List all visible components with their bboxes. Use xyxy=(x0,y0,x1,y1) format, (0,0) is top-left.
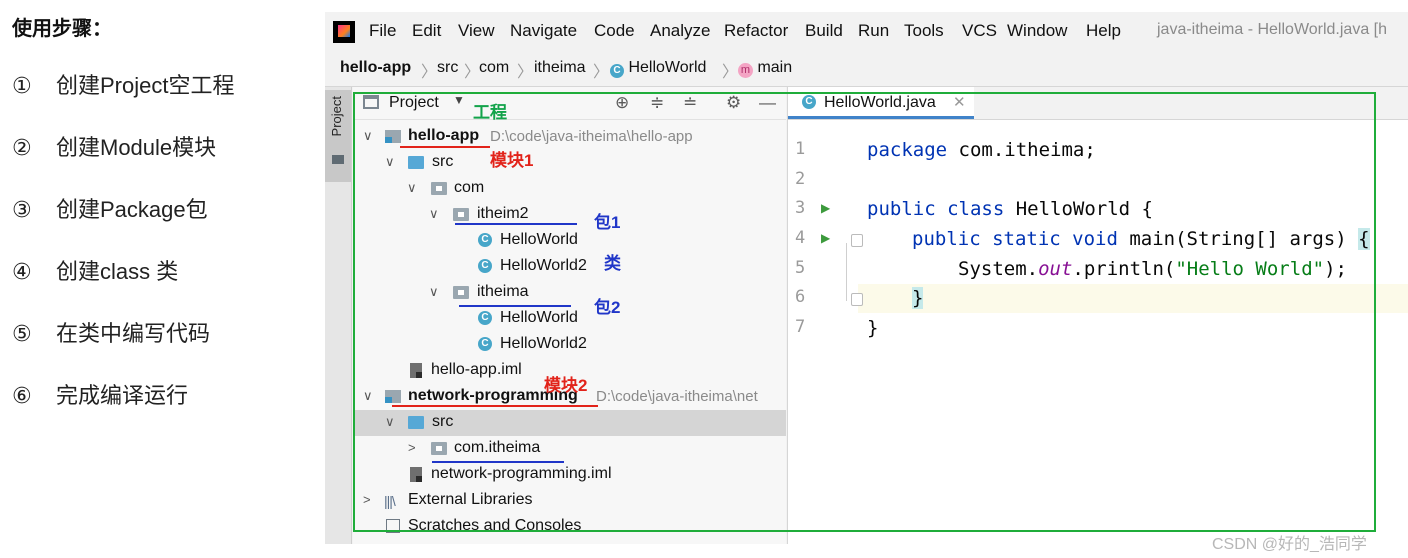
menu-code[interactable]: Code xyxy=(594,21,635,41)
breadcrumb-method[interactable]: m main xyxy=(738,59,792,78)
step-6: ⑥ 完成编译运行 xyxy=(12,378,188,410)
annotation-project: 工程 xyxy=(473,103,507,122)
annotation-module2: 模块2 xyxy=(544,376,588,395)
underline-package1 xyxy=(455,223,577,225)
step-number: ④ xyxy=(12,259,32,284)
annotation-class: 类 xyxy=(604,254,621,273)
steps-title: 使用步骤： xyxy=(12,18,112,40)
menu-vcs[interactable]: VCS xyxy=(962,21,997,41)
breadcrumb-class[interactable]: C HelloWorld xyxy=(610,59,706,78)
chevron-right-icon: 〉 xyxy=(593,64,610,81)
breadcrumb-package[interactable]: itheima xyxy=(534,59,586,77)
breadcrumb-com[interactable]: com xyxy=(479,59,509,77)
intellij-logo-icon xyxy=(333,21,355,43)
menu-analyze[interactable]: Analyze xyxy=(650,21,710,41)
breadcrumb-class-label: HelloWorld xyxy=(628,59,707,76)
project-tool-tab-label: Project xyxy=(329,96,344,137)
menu-build[interactable]: Build xyxy=(805,21,843,41)
step-number: ② xyxy=(12,135,32,160)
menu-window[interactable]: Window xyxy=(1007,21,1067,41)
chevron-right-icon: 〉 xyxy=(464,64,481,81)
step-2: ② 创建Module模块 xyxy=(12,130,216,162)
menu-bar: File Edit View Navigate Code Analyze Ref… xyxy=(325,12,1408,48)
step-number: ③ xyxy=(12,197,32,222)
breadcrumb-method-label: main xyxy=(757,59,793,76)
menu-tools[interactable]: Tools xyxy=(904,21,944,41)
step-number: ⑥ xyxy=(12,383,32,408)
chevron-right-icon: 〉 xyxy=(517,64,534,81)
step-text: 完成编译运行 xyxy=(56,383,189,408)
folder-icon[interactable] xyxy=(332,155,344,164)
breadcrumb-project[interactable]: hello-app xyxy=(340,59,411,77)
underline-package3 xyxy=(432,461,564,463)
annotation-package2: 包2 xyxy=(594,298,621,317)
step-4: ④ 创建class 类 xyxy=(12,254,178,286)
step-text: 在类中编写代码 xyxy=(56,321,211,346)
underline-module1 xyxy=(400,146,490,148)
chevron-right-icon: 〉 xyxy=(722,64,739,81)
step-text: 创建Module模块 xyxy=(56,135,217,160)
menu-file[interactable]: File xyxy=(369,21,396,41)
annotation-package1: 包1 xyxy=(594,213,621,232)
method-icon: m xyxy=(738,63,753,78)
step-1: ① 创建Project空工程 xyxy=(12,68,234,100)
step-number: ① xyxy=(12,73,32,98)
menu-refactor[interactable]: Refactor xyxy=(724,21,788,41)
underline-module2 xyxy=(392,405,598,407)
menu-edit[interactable]: Edit xyxy=(412,21,441,41)
underline-package2 xyxy=(459,305,571,307)
menu-help[interactable]: Help xyxy=(1086,21,1121,41)
annotation-module1: 模块1 xyxy=(490,151,534,170)
step-text: 创建Package包 xyxy=(56,197,208,222)
step-3: ③ 创建Package包 xyxy=(12,192,208,224)
menu-view[interactable]: View xyxy=(458,21,495,41)
step-text: 创建Project空工程 xyxy=(56,73,235,98)
chevron-right-icon: 〉 xyxy=(421,64,438,81)
step-5: ⑤ 在类中编写代码 xyxy=(12,316,210,348)
watermark: CSDN @好的_浩同学 xyxy=(1212,536,1367,553)
breadcrumb-src[interactable]: src xyxy=(437,59,458,77)
breadcrumb: hello-app 〉 src 〉 com 〉 itheima 〉 C Hell… xyxy=(325,50,1408,87)
step-number: ⑤ xyxy=(12,321,32,346)
window-title: java-itheima - HelloWorld.java [h xyxy=(1157,21,1388,38)
class-icon: C xyxy=(610,64,624,78)
step-text: 创建class 类 xyxy=(56,259,179,284)
menu-run[interactable]: Run xyxy=(858,21,889,41)
menu-navigate[interactable]: Navigate xyxy=(510,21,577,41)
